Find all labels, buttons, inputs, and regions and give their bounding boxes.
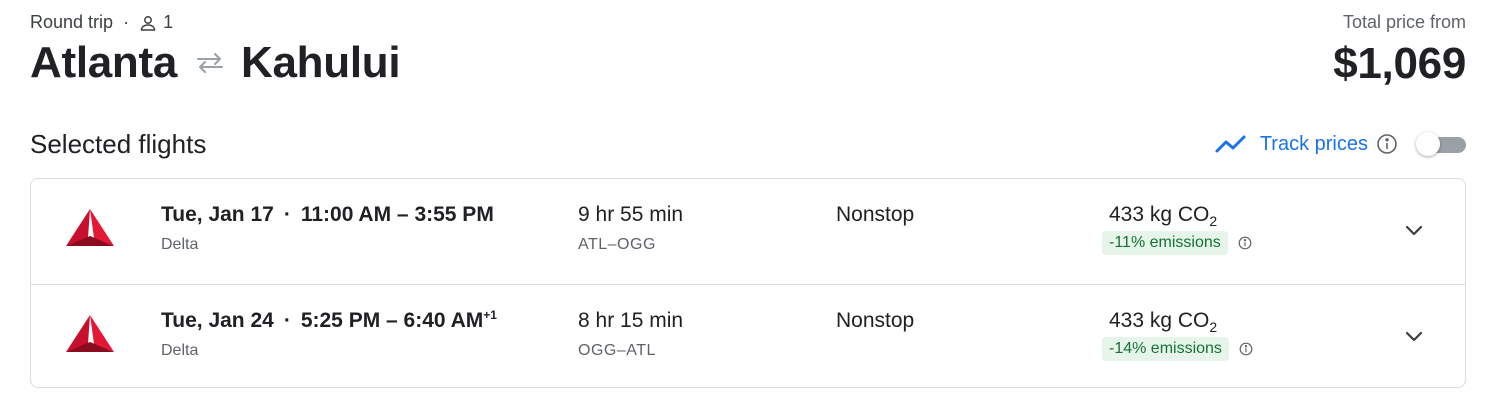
departure-arrival-times: 5:25 PM – 6:40 AM	[300, 309, 484, 332]
destination-city: Kahului	[241, 38, 401, 87]
times-separator: ·	[283, 309, 291, 332]
total-price: $1,069	[1333, 39, 1466, 88]
co2-value: 433 kg CO2	[1109, 203, 1218, 230]
route-title: Atlanta Kahului	[30, 38, 401, 88]
info-icon[interactable]	[1376, 133, 1398, 155]
selected-flights-card: Tue, Jan 17 · 11:00 AM – 3:55 PM Delta 9 h…	[30, 178, 1466, 388]
flight-duration: 9 hr 55 min	[578, 203, 684, 226]
flight-row[interactable]: Tue, Jan 17 · 11:00 AM – 3:55 PM Delta 9 h…	[31, 179, 1465, 284]
delta-logo	[64, 207, 116, 249]
co2-amount: 433 kg CO	[1109, 203, 1210, 226]
price-summary: Total price from $1,069	[1333, 12, 1466, 89]
origin-city: Atlanta	[30, 38, 178, 87]
passenger-count[interactable]: 1	[163, 12, 173, 33]
airline-name: Delta	[161, 342, 199, 359]
person-icon	[139, 14, 157, 32]
price-label: Total price from	[1342, 12, 1466, 32]
stops-label: Nonstop	[836, 203, 915, 226]
emissions-badge: -14% emissions	[1102, 337, 1229, 361]
meta-separator: ·	[123, 12, 130, 32]
track-prices: Track prices	[1214, 131, 1466, 157]
emissions-badge: -11% emissions	[1102, 231, 1228, 255]
toggle-knob	[1416, 132, 1440, 156]
flight-duration: 8 hr 15 min	[578, 309, 684, 332]
flight-row[interactable]: Tue, Jan 24 · 5:25 PM – 6:40 AM+1 Delta 8 …	[31, 284, 1465, 389]
stops-label: Nonstop	[836, 309, 915, 332]
info-icon[interactable]	[1239, 342, 1253, 356]
chevron-down-icon[interactable]	[1403, 219, 1425, 241]
chevron-down-icon[interactable]	[1403, 325, 1425, 347]
flight-times: Tue, Jan 24 · 5:25 PM – 6:40 AM+1	[161, 309, 497, 333]
section-title: Selected flights	[30, 128, 207, 159]
co2-amount: 433 kg CO	[1109, 309, 1210, 332]
airport-codes: ATL–OGG	[578, 236, 656, 253]
emissions-info: -14% emissions	[1102, 337, 1253, 361]
trending-icon[interactable]	[1214, 132, 1248, 156]
trip-type[interactable]: Round trip	[30, 12, 113, 33]
emissions-info: -11% emissions	[1102, 231, 1252, 255]
track-prices-label[interactable]: Track prices	[1260, 133, 1368, 156]
times-separator: ·	[283, 203, 291, 226]
swap-arrows-icon	[195, 52, 225, 74]
track-prices-toggle[interactable]	[1416, 131, 1466, 157]
info-icon[interactable]	[1238, 236, 1252, 250]
departure-arrival-times: 11:00 AM – 3:55 PM	[300, 203, 494, 226]
day-offset: +1	[483, 308, 497, 322]
airport-codes: OGG–ATL	[578, 342, 656, 359]
flight-date: Tue, Jan 17	[161, 203, 274, 226]
co2-subscript: 2	[1209, 319, 1218, 336]
airline-name: Delta	[161, 236, 199, 253]
co2-value: 433 kg CO2	[1109, 309, 1218, 336]
section-header: Selected flights Track prices	[30, 124, 1466, 164]
flight-date: Tue, Jan 24	[161, 309, 274, 332]
trip-header: Round trip · 1 Atlanta Kahului Total pri…	[30, 10, 1466, 90]
delta-logo	[64, 313, 116, 355]
flight-times: Tue, Jan 17 · 11:00 AM – 3:55 PM	[161, 203, 494, 227]
trip-meta: Round trip · 1	[30, 12, 173, 33]
co2-subscript: 2	[1209, 213, 1218, 230]
